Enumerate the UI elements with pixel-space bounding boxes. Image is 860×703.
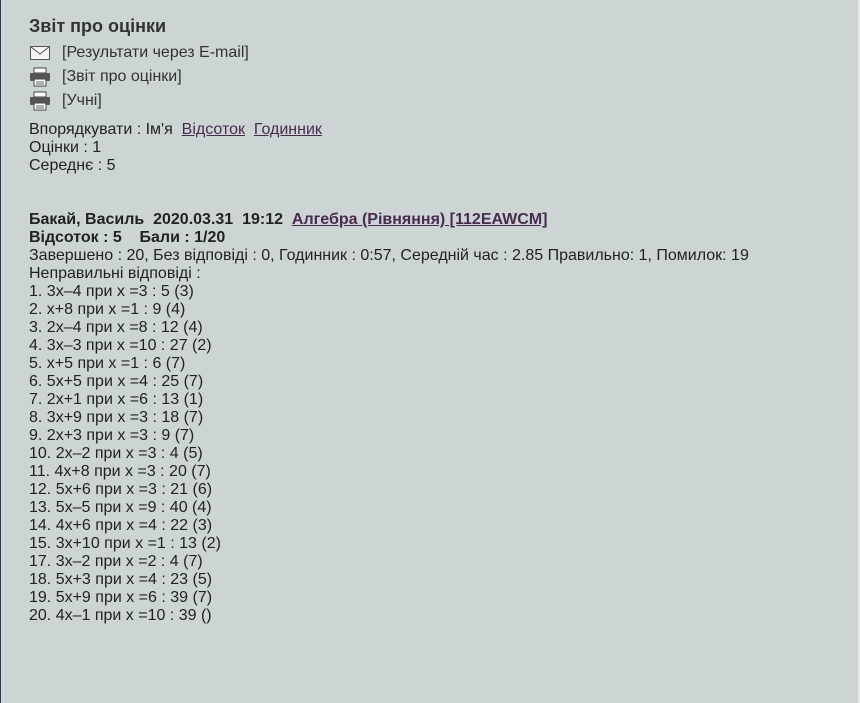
wrong-answers-list: 1. 3x–4 при x =3 : 5 (3) 2. x+8 при x =1… <box>29 283 849 625</box>
sort-bar: Впорядкувати : Ім'я Відсоток Годинник <box>29 121 849 139</box>
sort-by-timer-link[interactable]: Годинник <box>254 121 322 138</box>
list-item: 1. 3x–4 при x =3 : 5 (3) <box>29 283 194 300</box>
list-item: 20. 4x–1 при x =10 : 39 () <box>29 607 212 624</box>
student-name-date: Бакай, Василь 2020.03.31 19:12 <box>29 211 283 228</box>
grades-count: Оцінки : 1 <box>29 139 102 156</box>
list-item: 7. 2x+1 при x =6 : 13 (1) <box>29 391 204 408</box>
students-link[interactable]: [Учні] <box>29 89 849 113</box>
report-content: Звіт про оцінки [Результати через E-mail… <box>29 15 849 625</box>
score-line: Відсоток : 5 Бали : 1/20 <box>29 229 226 246</box>
list-item: 4. 3x–3 при x =10 : 27 (2) <box>29 337 212 354</box>
page-title: Звіт про оцінки <box>29 16 167 36</box>
grades-report-label: [Звіт про оцінки] <box>62 68 182 85</box>
list-item: 9. 2x+3 при x =3 : 9 (7) <box>29 427 195 444</box>
students-label: [Учні] <box>62 92 102 109</box>
wrong-answers-header: Неправильні відповіді : <box>29 265 201 282</box>
list-item: 8. 3x+9 при x =3 : 18 (7) <box>29 409 204 426</box>
list-item: 12. 5x+6 при x =3 : 21 (6) <box>29 481 213 498</box>
list-item: 10. 2x–2 при x =3 : 4 (5) <box>29 445 203 462</box>
list-item: 18. 5x+3 при x =4 : 23 (5) <box>29 571 213 588</box>
list-item: 19. 5x+9 при x =6 : 39 (7) <box>29 589 213 606</box>
sort-by-percent-link[interactable]: Відсоток <box>182 121 245 138</box>
list-item: 3. 2x–4 при x =8 : 12 (4) <box>29 319 203 336</box>
window-left-border <box>0 0 1 703</box>
email-results-label: [Результати через E-mail] <box>62 44 249 61</box>
test-link[interactable]: Алгебра (Рівняння) [112EAWCM] <box>292 211 548 228</box>
stats-line: Завершено : 20, Без відповіді : 0, Годин… <box>29 247 749 264</box>
envelope-icon <box>29 44 51 62</box>
list-item: 5. x+5 при x =1 : 6 (7) <box>29 355 186 372</box>
list-item: 2. x+8 при x =1 : 9 (4) <box>29 301 186 318</box>
list-item: 13. 5x–5 при x =9 : 40 (4) <box>29 499 212 516</box>
list-item: 6. 5x+5 при x =4 : 25 (7) <box>29 373 204 390</box>
list-item: 17. 3x–2 при x =2 : 4 (7) <box>29 553 203 570</box>
student-header: Бакай, Василь 2020.03.31 19:12 Алгебра (… <box>29 211 849 229</box>
email-results-link[interactable]: [Результати через E-mail] <box>29 41 849 65</box>
sort-prefix: Впорядкувати : Ім'я <box>29 121 173 138</box>
average-value: Середнє : 5 <box>29 157 116 174</box>
list-item: 14. 4x+6 при x =4 : 22 (3) <box>29 517 213 534</box>
printer-icon <box>29 91 51 111</box>
list-item: 15. 3x+10 при x =1 : 13 (2) <box>29 535 221 552</box>
printer-icon <box>29 67 51 87</box>
list-item: 11. 4x+8 при x =3 : 20 (7) <box>29 463 211 480</box>
grades-report-link[interactable]: [Звіт про оцінки] <box>29 65 849 89</box>
